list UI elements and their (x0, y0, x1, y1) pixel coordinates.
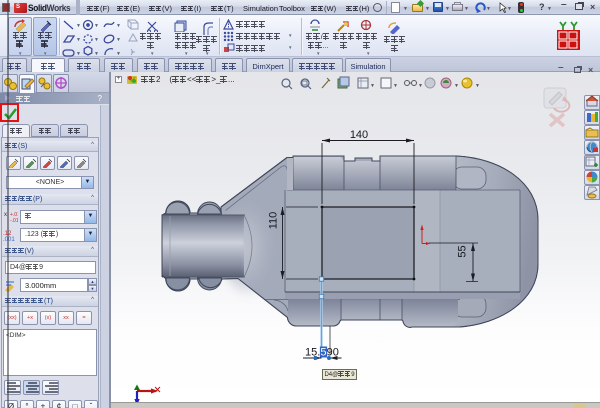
svg-text:15.: 15. (305, 347, 320, 359)
svg-text:55: 55 (457, 245, 469, 257)
svg-text:110: 110 (268, 212, 280, 230)
svg-text:140: 140 (350, 129, 368, 141)
svg-text:-.01: -.01 (10, 218, 18, 224)
svg-text:.001: .001 (3, 237, 15, 242)
svg-text:▼: ▼ (116, 37, 121, 43)
svg-text:▼: ▼ (76, 23, 81, 29)
svg-text:▼: ▼ (94, 37, 99, 43)
svg-text:▼: ▼ (116, 23, 121, 29)
svg-text:▼: ▼ (94, 23, 99, 29)
svg-text:▼: ▼ (76, 37, 81, 43)
svg-text:5: 5 (320, 347, 326, 359)
